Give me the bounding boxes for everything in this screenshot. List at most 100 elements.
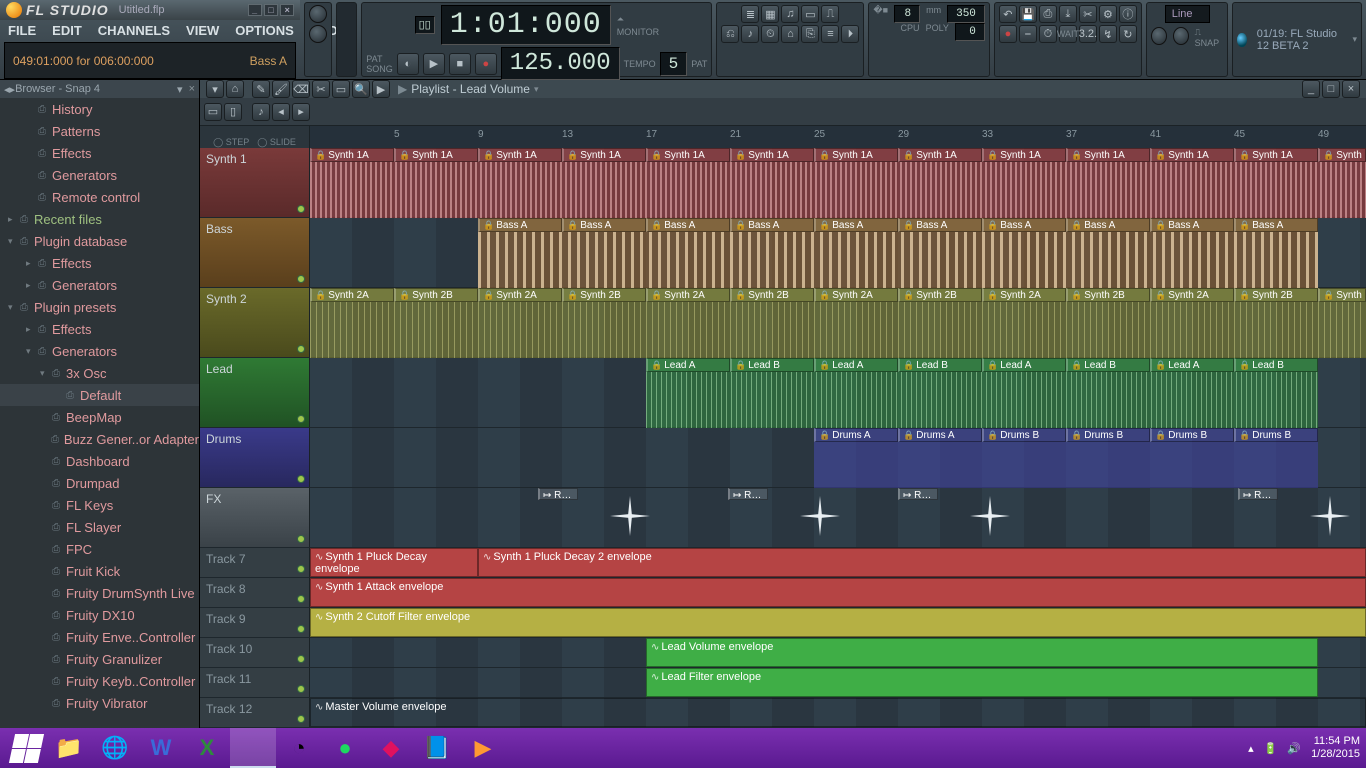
browser-item[interactable]: ⎙Fruity Granulizer: [0, 648, 199, 670]
clip[interactable]: 🔒Synth 2: [1318, 288, 1366, 302]
clip[interactable]: 🔒Synth 1A: [562, 148, 646, 162]
rp-export[interactable]: ⤓: [1059, 5, 1077, 23]
snap-knob-1[interactable]: [1151, 27, 1167, 45]
browser-item[interactable]: ▸⎙Effects: [0, 318, 199, 340]
menu-edit[interactable]: EDIT: [44, 20, 90, 42]
play-icon[interactable]: ▶: [398, 82, 407, 96]
track-header[interactable]: Track 7: [200, 548, 310, 577]
max-icon[interactable]: □: [264, 4, 278, 16]
rp-cut[interactable]: ✂: [1079, 5, 1097, 23]
browser-header[interactable]: ◂ ▸ Browser - Snap 4 ▾ ×: [0, 80, 199, 98]
chevron-down-icon[interactable]: ▾: [177, 83, 183, 96]
track-header[interactable]: Lead: [200, 358, 310, 427]
clip[interactable]: 🔒Synth 2B: [730, 288, 814, 302]
browser-item[interactable]: ▸⎙Recent files: [0, 208, 199, 230]
clip[interactable]: 🔒Synth 2B: [898, 288, 982, 302]
taskbar-flstudio-icon[interactable]: [230, 728, 276, 768]
browser-item[interactable]: ⎙Fruity Keyb..Controller: [0, 670, 199, 692]
playlist-header[interactable]: ▾ ⌂ ✎ 🖌 ⌫ ✂ ▭ 🔍 ▶ ▶ Playlist - Lead Volu…: [200, 80, 1366, 98]
tool-cut-icon[interactable]: ✂: [312, 80, 330, 98]
track-lane[interactable]: ∿Lead Filter envelope: [310, 668, 1366, 697]
browser-item[interactable]: ⎙Fruit Kick: [0, 560, 199, 582]
sc-btn-4[interactable]: ⌂: [781, 25, 799, 43]
track-header[interactable]: FX: [200, 488, 310, 547]
tempo-display[interactable]: 125.000: [501, 47, 620, 80]
rp-metro[interactable]: ⏱: [1039, 25, 1057, 43]
pl-corner-menu[interactable]: ▾: [206, 80, 224, 98]
rp-undo[interactable]: ↶: [999, 5, 1017, 23]
snap-select[interactable]: Line: [1165, 5, 1210, 23]
play-button[interactable]: ▶: [423, 53, 445, 75]
stop-button[interactable]: ■: [449, 53, 471, 75]
track-header[interactable]: Synth 1: [200, 148, 310, 217]
windows-taskbar[interactable]: 📁 🌐 W X ◔ ● ◆ 📘 ▶ ▴ 🔋 🔊 11:54 PM 1/28/20…: [0, 728, 1366, 768]
title-bar[interactable]: FL STUDIO Utitled.flp _ □ ×: [0, 0, 300, 20]
view-mixer-button[interactable]: ⎍: [821, 5, 839, 23]
rp-loop[interactable]: ↻: [1119, 25, 1137, 43]
menu-file[interactable]: FILE: [0, 20, 44, 42]
browser-item[interactable]: ▾⎙Plugin presets: [0, 296, 199, 318]
rp-wait[interactable]: WAIT: [1059, 25, 1077, 43]
clip[interactable]: 🔒Lead A: [1150, 358, 1234, 372]
browser-item[interactable]: ▾⎙Generators: [0, 340, 199, 362]
clip[interactable]: 🔒Synth 2A: [310, 288, 394, 302]
track-mute-led[interactable]: [297, 565, 305, 573]
clip[interactable]: 🔒Drums A: [814, 428, 898, 442]
track-mute-led[interactable]: [297, 595, 305, 603]
browser-item[interactable]: ⎙Fruity Enve..Controller: [0, 626, 199, 648]
automation-clip[interactable]: ∿Lead Volume envelope: [646, 638, 1318, 667]
tool-zoom-icon[interactable]: 🔍: [352, 80, 370, 98]
track-header[interactable]: Bass: [200, 218, 310, 287]
browser-item[interactable]: ⎙Remote control: [0, 186, 199, 208]
song-position[interactable]: 1:01:000: [441, 5, 611, 45]
automation-clip[interactable]: ∿Lead Filter envelope: [646, 668, 1318, 697]
snap-knob-2[interactable]: [1173, 27, 1189, 45]
pl-max-icon[interactable]: □: [1322, 80, 1340, 98]
rp-b1[interactable]: ⎯: [1019, 25, 1037, 43]
view-browser-button[interactable]: ▭: [801, 5, 819, 23]
browser-item[interactable]: ⎙Default: [0, 384, 199, 406]
clip[interactable]: 🔒Synth 1A: [1066, 148, 1150, 162]
rp-blend[interactable]: ↯: [1099, 25, 1117, 43]
track-mute-led[interactable]: [297, 345, 305, 353]
system-tray[interactable]: ▴ 🔋 🔊 11:54 PM 1/28/2015: [1248, 735, 1360, 761]
fx-clip[interactable]: ↦ R…: [728, 488, 768, 500]
clip[interactable]: 🔒Synth 1A: [310, 148, 394, 162]
browser-item[interactable]: ⎙FPC: [0, 538, 199, 560]
playlist-body[interactable]: Synth 1🔒Synth 1A🔒Synth 1A🔒Synth 1A🔒Synth…: [200, 148, 1366, 728]
counter-selector[interactable]: ▯▯: [415, 16, 435, 34]
browser-item[interactable]: ▸⎙Generators: [0, 274, 199, 296]
track-lane[interactable]: 🔒Synth 1A🔒Synth 1A🔒Synth 1A🔒Synth 1A🔒Syn…: [310, 148, 1366, 217]
taskbar-wmp-icon[interactable]: ▶: [460, 728, 506, 768]
track-header[interactable]: Track 11: [200, 668, 310, 697]
close-icon[interactable]: ×: [280, 4, 294, 16]
track-header[interactable]: Track 12: [200, 698, 310, 727]
browser-item[interactable]: ⎙Generators: [0, 164, 199, 186]
clip[interactable]: 🔒Synth 2A: [646, 288, 730, 302]
clip[interactable]: 🔒Synth 1A: [1234, 148, 1318, 162]
clip[interactable]: 🔒Synth 1: [1318, 148, 1366, 162]
taskbar-spotify-icon[interactable]: ●: [322, 728, 368, 768]
sc-btn-1[interactable]: ⎌: [721, 25, 739, 43]
browser-item[interactable]: ⎙History: [0, 98, 199, 120]
clip[interactable]: 🔒Synth 1A: [646, 148, 730, 162]
track-mute-led[interactable]: [297, 415, 305, 423]
browser-item[interactable]: ⎙BeepMap: [0, 406, 199, 428]
browser-item[interactable]: ▾⎙3x Osc: [0, 362, 199, 384]
pl-nav-fwd[interactable]: ▸: [292, 103, 310, 121]
clip[interactable]: 🔒Synth 1A: [898, 148, 982, 162]
clip[interactable]: 🔒Lead B: [1066, 358, 1150, 372]
fx-clip[interactable]: ↦ R…: [898, 488, 938, 500]
automation-clip[interactable]: ∿Synth 2 Cutoff Filter envelope: [310, 608, 1366, 637]
browser-item[interactable]: ⎙Drumpad: [0, 472, 199, 494]
clip[interactable]: 🔒Bass A: [1234, 218, 1318, 232]
clip[interactable]: 🔒Synth 1A: [394, 148, 478, 162]
clip[interactable]: 🔒Synth 2A: [814, 288, 898, 302]
automation-clip[interactable]: ∿Synth 1 Pluck Decay envelope: [310, 548, 478, 577]
clip[interactable]: 🔒Synth 2B: [562, 288, 646, 302]
track-header[interactable]: Track 10: [200, 638, 310, 667]
version-panel[interactable]: 01/19: FL Studio 12 BETA 2 ▾: [1232, 2, 1362, 77]
clip[interactable]: 🔒Bass A: [646, 218, 730, 232]
pattern-number[interactable]: 5: [660, 52, 688, 76]
clip[interactable]: 🔒Synth 2B: [1234, 288, 1318, 302]
